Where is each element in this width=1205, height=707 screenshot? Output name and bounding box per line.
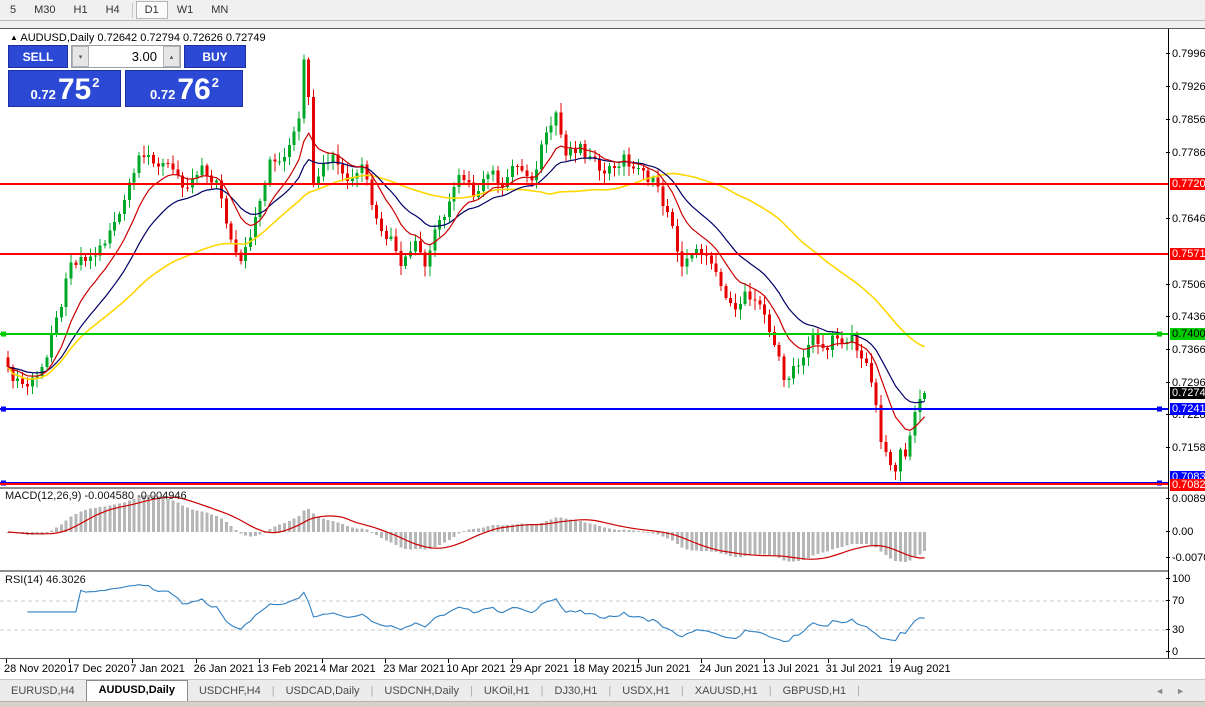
price-tick-label: 0.78560: [1172, 114, 1205, 126]
volume-decrease-button[interactable]: ▾: [72, 46, 89, 67]
date-label: 26 Jan 2021: [194, 663, 255, 675]
rsi-value: 46.3026: [46, 574, 86, 586]
rsi-tick-label: 30: [1172, 624, 1184, 636]
level-price-label: 0.75716: [1170, 248, 1205, 260]
date-label: 4 Mar 2021: [320, 663, 376, 675]
tab-scroll-arrows: ◄►: [1155, 686, 1197, 696]
level-price-label: 0.74007: [1170, 328, 1205, 340]
tab-usdcad-daily[interactable]: USDCAD,Daily: [275, 682, 371, 701]
buy-price-big-digits: 76: [177, 75, 210, 105]
one-click-trading-panel: SELL ▾ 3.00 ▴ BUY 0.72 75 2 0.72 76 2: [8, 45, 246, 107]
level-price-label: 0.77200: [1170, 178, 1205, 190]
tab-ukoil-h1[interactable]: UKOil,H1: [473, 682, 541, 701]
macd-tick-label: 0.008904: [1172, 493, 1205, 505]
timeframe-5-button[interactable]: 5: [1, 1, 25, 19]
mt4-window: 5M30H1H4 D1W1MN 0.79960 0.79260 0.78560 0.77…: [0, 0, 1205, 707]
line-handle[interactable]: [1, 332, 6, 337]
timeframe-toolbar: 5M30H1H4 D1W1MN: [0, 0, 1205, 21]
rsi-tick-label: 100: [1172, 573, 1190, 585]
macd-label: MACD(12,26,9) -0.004580 -0.004946: [5, 490, 187, 502]
chevron-down-icon: ▾: [79, 53, 83, 61]
timeframe-mn-button[interactable]: MN: [202, 1, 237, 19]
chart-tabs-bar: EURUSD,H4AUDUSD,DailyUSDCHF,H4 | USDCAD,Da…: [0, 679, 1205, 701]
date-label: 7 Jan 2021: [130, 663, 184, 675]
date-label: 24 Jun 2021: [699, 663, 760, 675]
current-price-label: 0.72749: [1170, 387, 1205, 399]
buy-price-display[interactable]: 0.72 76 2: [125, 70, 243, 107]
macd-name: MACD(12,26,9): [5, 490, 81, 502]
date-label: 13 Feb 2021: [257, 663, 319, 675]
tab-scroll-right-icon[interactable]: ►: [1176, 686, 1197, 696]
volume-increase-button[interactable]: ▴: [163, 46, 180, 67]
volume-input[interactable]: 3.00: [89, 46, 163, 67]
date-axis[interactable]: 28 Nov 202017 Dec 20207 Jan 2021 26 Jan 2…: [0, 658, 1205, 679]
chart-symbol-period: AUDUSD,Daily: [20, 32, 94, 44]
date-label: 23 Mar 2021: [383, 663, 445, 675]
tab-xauusd-h1[interactable]: XAUUSD,H1: [684, 682, 769, 701]
timeframe-h4-button[interactable]: H4: [97, 1, 129, 19]
date-label: 13 Jul 2021: [762, 663, 819, 675]
rsi-indicator-pane[interactable]: [0, 572, 1168, 659]
rsi-tick-label: 70: [1172, 595, 1184, 607]
price-tick-label: 0.71580: [1172, 442, 1205, 454]
date-label: 5 Jun 2021: [636, 663, 690, 675]
status-bar: [0, 701, 1205, 707]
sell-price-big-digits: 75: [58, 75, 91, 105]
macd-tick-label: 0.00: [1172, 526, 1193, 538]
tab-audusd-daily[interactable]: AUDUSD,Daily: [86, 680, 188, 701]
level-price-label: 0.70820: [1170, 479, 1205, 491]
tab-usdx-h1[interactable]: USDX,H1: [611, 682, 681, 701]
date-label: 19 Aug 2021: [889, 663, 951, 675]
timeframe-w1-button[interactable]: W1: [168, 1, 203, 19]
date-label: 17 Dec 2020: [67, 663, 129, 675]
rsi-tick-label: 0: [1172, 646, 1178, 658]
chart-title: ▲ AUDUSD,Daily 0.72642 0.72794 0.72626 0…: [10, 32, 266, 44]
rsi-label: RSI(14) 46.3026: [5, 574, 86, 586]
price-tick-label: 0.75060: [1172, 279, 1205, 291]
buy-price-prefix: 0.72: [150, 87, 175, 102]
price-axis[interactable]: 0.79960 0.79260 0.78560 0.77860 0.76460 0.750…: [1168, 29, 1205, 659]
collapse-chart-icon[interactable]: ▲: [10, 33, 18, 42]
timeframe-d1-button[interactable]: D1: [136, 1, 168, 19]
tab-separator: |: [857, 682, 860, 701]
tab-usdcnh-daily[interactable]: USDCNH,Daily: [373, 682, 470, 701]
rsi-name: RSI(14): [5, 574, 43, 586]
line-handle[interactable]: [1, 407, 6, 412]
level-price-label: 0.72411: [1170, 403, 1205, 415]
macd-values: -0.004580 -0.004946: [84, 490, 186, 502]
price-tick-label: 0.79260: [1172, 81, 1205, 93]
sell-price-pip-digit: 2: [92, 75, 99, 90]
line-handle[interactable]: [1157, 332, 1162, 337]
tab-gbpusd-h1[interactable]: GBPUSD,H1: [772, 682, 858, 701]
toolbar-separator: [132, 3, 133, 18]
tab-scroll-left-icon[interactable]: ◄: [1155, 686, 1176, 696]
buy-price-pip-digit: 2: [212, 75, 219, 90]
price-tick-label: 0.79960: [1172, 48, 1205, 60]
price-tick-label: 0.76460: [1172, 213, 1205, 225]
date-label: 28 Nov 2020: [4, 663, 66, 675]
line-handle[interactable]: [1157, 407, 1162, 412]
chart-ohlc-values: 0.72642 0.72794 0.72626 0.72749: [97, 32, 265, 44]
timeframe-h1-button[interactable]: H1: [65, 1, 97, 19]
macd-tick-label: -0.00701: [1172, 552, 1205, 564]
price-tick-label: 0.77860: [1172, 147, 1205, 159]
price-tick-label: 0.73660: [1172, 344, 1205, 356]
volume-spinner: ▾ 3.00 ▴: [71, 45, 181, 68]
price-tick-label: 0.74360: [1172, 311, 1205, 323]
date-label: 10 Apr 2021: [446, 663, 505, 675]
sell-price-display[interactable]: 0.72 75 2: [8, 70, 121, 107]
date-label: 18 May 2021: [573, 663, 637, 675]
tab-eurusd-h4[interactable]: EURUSD,H4: [0, 682, 86, 701]
timeframe-m30-button[interactable]: M30: [25, 1, 64, 19]
tab-usdchf-h4[interactable]: USDCHF,H4: [188, 682, 272, 701]
sell-price-prefix: 0.72: [31, 87, 56, 102]
tab-dj30-h1[interactable]: DJ30,H1: [544, 682, 609, 701]
chevron-up-icon: ▴: [170, 53, 174, 61]
date-label: 29 Apr 2021: [510, 663, 569, 675]
buy-button[interactable]: BUY: [184, 45, 246, 68]
date-label: 31 Jul 2021: [826, 663, 883, 675]
chart-window: 0.79960 0.79260 0.78560 0.77860 0.76460 0.750…: [0, 28, 1205, 658]
sell-button[interactable]: SELL: [8, 45, 68, 68]
